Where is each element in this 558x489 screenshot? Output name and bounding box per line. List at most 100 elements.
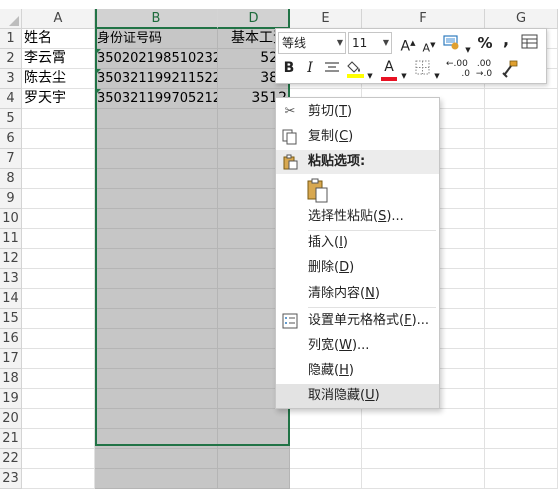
menu-item-insert[interactable]: 插入(I): [276, 231, 439, 255]
cell-f23[interactable]: [362, 469, 485, 489]
row-header[interactable]: 17: [0, 349, 22, 369]
row-header[interactable]: 12: [0, 249, 22, 269]
cell-e22[interactable]: [290, 449, 362, 469]
cell-a10[interactable]: [22, 209, 95, 229]
cell-b5[interactable]: [95, 109, 218, 129]
cell-g23[interactable]: [485, 469, 558, 489]
cell-g12[interactable]: [485, 249, 558, 269]
chevron-down-icon[interactable]: ▼: [464, 41, 472, 59]
menu-item-paste-special[interactable]: 选择性粘贴(S)...: [276, 205, 439, 229]
cell-a4[interactable]: 罗天宇: [22, 89, 95, 109]
format-table-button[interactable]: [520, 34, 540, 54]
cell-b11[interactable]: [95, 229, 218, 249]
cell-d23[interactable]: [218, 469, 290, 489]
cell-a5[interactable]: [22, 109, 95, 129]
column-header-a[interactable]: A: [22, 9, 95, 29]
cell-g16[interactable]: [485, 329, 558, 349]
format-painter-button[interactable]: [500, 59, 520, 81]
column-header-g[interactable]: G: [485, 9, 558, 29]
font-name-dropdown[interactable]: 等线 ▼: [278, 32, 346, 54]
cell-g19[interactable]: [485, 389, 558, 409]
cell-b18[interactable]: [95, 369, 218, 389]
paste-button[interactable]: [306, 177, 330, 205]
column-header-e[interactable]: E: [290, 9, 362, 29]
cell-g6[interactable]: [485, 129, 558, 149]
cell-a11[interactable]: [22, 229, 95, 249]
cell-b9[interactable]: [95, 189, 218, 209]
menu-item-copy[interactable]: 复制(C): [276, 125, 439, 149]
row-header[interactable]: 20: [0, 409, 22, 429]
align-center-button[interactable]: [322, 59, 342, 81]
menu-item-cut[interactable]: ✂ 剪切(T): [276, 100, 439, 124]
cell-b23[interactable]: [95, 469, 218, 489]
percent-style-button[interactable]: %: [477, 34, 493, 52]
row-header[interactable]: 5: [0, 109, 22, 129]
row-header[interactable]: 11: [0, 229, 22, 249]
menu-item-clear-contents[interactable]: 清除内容(N): [276, 282, 439, 306]
cell-f21[interactable]: [362, 429, 485, 449]
menu-item-delete[interactable]: 删除(D): [276, 256, 439, 280]
cell-f22[interactable]: [362, 449, 485, 469]
cell-b21[interactable]: [95, 429, 218, 449]
row-header[interactable]: 14: [0, 289, 22, 309]
row-header[interactable]: 8: [0, 169, 22, 189]
font-size-dropdown[interactable]: 11 ▼: [348, 32, 392, 54]
cell-g13[interactable]: [485, 269, 558, 289]
column-header-f[interactable]: F: [362, 9, 485, 29]
cell-b8[interactable]: [95, 169, 218, 189]
cell-a9[interactable]: [22, 189, 95, 209]
cell-b19[interactable]: [95, 389, 218, 409]
cell-b1[interactable]: 身份证号码: [95, 29, 218, 49]
cell-a1[interactable]: 姓名: [22, 29, 95, 49]
cell-b16[interactable]: [95, 329, 218, 349]
borders-button[interactable]: [414, 60, 432, 80]
row-header[interactable]: 4: [0, 89, 22, 109]
cell-a17[interactable]: [22, 349, 95, 369]
cell-a15[interactable]: [22, 309, 95, 329]
row-header[interactable]: 15: [0, 309, 22, 329]
chevron-down-icon[interactable]: ▼: [366, 67, 374, 85]
column-header-b[interactable]: B: [95, 9, 218, 29]
cell-d20[interactable]: [218, 409, 290, 429]
cell-a6[interactable]: [22, 129, 95, 149]
column-header-d[interactable]: D: [218, 9, 290, 29]
cell-b12[interactable]: [95, 249, 218, 269]
cell-a16[interactable]: [22, 329, 95, 349]
cell-g8[interactable]: [485, 169, 558, 189]
row-header[interactable]: 9: [0, 189, 22, 209]
row-header[interactable]: 6: [0, 129, 22, 149]
cell-b2[interactable]: 350202198510232: [95, 49, 218, 69]
cell-g22[interactable]: [485, 449, 558, 469]
cell-g21[interactable]: [485, 429, 558, 449]
shrink-font-button[interactable]: A▼: [422, 36, 436, 58]
row-header[interactable]: 19: [0, 389, 22, 409]
chevron-down-icon[interactable]: ▼: [400, 67, 408, 85]
row-header[interactable]: 16: [0, 329, 22, 349]
cell-d21[interactable]: [218, 429, 290, 449]
grow-font-button[interactable]: A▲: [400, 34, 416, 56]
cell-b14[interactable]: [95, 289, 218, 309]
cell-e23[interactable]: [290, 469, 362, 489]
italic-button[interactable]: I: [302, 59, 318, 77]
cell-g15[interactable]: [485, 309, 558, 329]
cell-b13[interactable]: [95, 269, 218, 289]
increase-decimal-button[interactable]: ←.00 .0: [446, 59, 470, 79]
cell-a23[interactable]: [22, 469, 95, 489]
cell-a2[interactable]: 李云霄: [22, 49, 95, 69]
menu-item-format-cells[interactable]: 设置单元格格式(F)...: [276, 309, 439, 333]
font-color-button[interactable]: A: [380, 58, 398, 82]
cell-a21[interactable]: [22, 429, 95, 449]
cell-a8[interactable]: [22, 169, 95, 189]
decrease-decimal-button[interactable]: .00 →.0: [472, 59, 496, 79]
comma-style-button[interactable]: ,: [500, 31, 512, 49]
row-header[interactable]: 23: [0, 469, 22, 489]
cell-b22[interactable]: [95, 449, 218, 469]
cell-a12[interactable]: [22, 249, 95, 269]
menu-item-unhide[interactable]: 取消隐藏(U): [276, 384, 439, 408]
cell-f20[interactable]: [362, 409, 485, 429]
cell-b15[interactable]: [95, 309, 218, 329]
cell-b4[interactable]: 350321199705212: [95, 89, 218, 109]
cell-g18[interactable]: [485, 369, 558, 389]
row-header[interactable]: 13: [0, 269, 22, 289]
cell-g7[interactable]: [485, 149, 558, 169]
